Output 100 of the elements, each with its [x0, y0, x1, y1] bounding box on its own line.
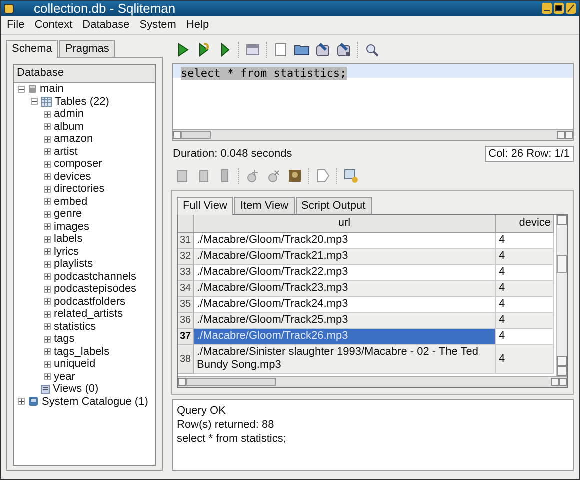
vertical-scrollbar[interactable]: [556, 215, 567, 376]
table-cell: ./Macabre/Sinister slaughter 1993/Macabre - 02 - The Ted Bundy Song.mp3: [194, 345, 496, 374]
tree-item[interactable]: artist: [54, 146, 78, 158]
tree-item[interactable]: admin: [54, 108, 84, 120]
window-controls-icon[interactable]: [542, 3, 576, 14]
row-number[interactable]: 37: [178, 329, 194, 345]
window-icon[interactable]: [245, 42, 261, 58]
expand-toggle[interactable]: [18, 86, 25, 93]
column-header[interactable]: device: [496, 215, 554, 233]
tab[interactable]: Item View: [234, 197, 295, 214]
row-number[interactable]: 38: [178, 345, 194, 374]
search-icon[interactable]: [364, 42, 380, 58]
tree-item[interactable]: album: [54, 120, 84, 133]
cursor-position: Col: 26 Row: 1/1: [484, 146, 574, 162]
menu-item[interactable]: Database: [82, 19, 130, 31]
tab[interactable]: Schema: [6, 40, 58, 58]
expand-toggle[interactable]: [18, 398, 25, 406]
tree-item[interactable]: main: [40, 83, 64, 96]
table-cell: 4: [496, 249, 554, 265]
expand-toggle[interactable]: [44, 310, 51, 318]
row-number[interactable]: 35: [178, 297, 194, 313]
tree-item[interactable]: composer: [54, 158, 102, 170]
save-as-icon[interactable]: [336, 42, 352, 58]
tree-item[interactable]: podcastepisodes: [54, 283, 137, 296]
table-cell: ./Macabre/Gloom/Track25.mp3: [194, 313, 496, 329]
table-icon: [41, 96, 52, 107]
tab[interactable]: Script Output: [296, 197, 372, 214]
sql-editor[interactable]: select * from statistics;: [172, 63, 574, 141]
row-number[interactable]: 36: [178, 313, 194, 329]
table-cell: 4: [496, 345, 554, 374]
expand-toggle[interactable]: [44, 123, 51, 130]
expand-toggle[interactable]: [44, 210, 51, 218]
expand-toggle[interactable]: [44, 110, 51, 118]
tab[interactable]: Full View: [177, 197, 234, 215]
expand-toggle[interactable]: [44, 273, 51, 280]
column-header: Database: [14, 65, 155, 83]
expand-toggle[interactable]: [44, 286, 51, 293]
rollback-icon[interactable]: [266, 168, 282, 184]
app-icon: [4, 4, 14, 14]
row-number[interactable]: 32: [178, 249, 194, 265]
expand-toggle[interactable]: [44, 198, 51, 206]
tree-item[interactable]: year: [54, 370, 76, 383]
tree-item[interactable]: embed: [54, 196, 88, 208]
image-icon[interactable]: [287, 168, 303, 184]
tree-item[interactable]: genre: [54, 208, 82, 220]
tree-item[interactable]: podcastchannels: [54, 270, 137, 283]
column-header[interactable]: url: [194, 215, 496, 233]
tree-item[interactable]: statistics: [54, 320, 96, 333]
tree-item[interactable]: amazon: [54, 133, 94, 146]
tree-item[interactable]: System Catalogue (1): [42, 396, 148, 408]
horizontal-scrollbar[interactable]: [178, 376, 567, 387]
expand-toggle[interactable]: [44, 148, 51, 156]
menu-item[interactable]: File: [7, 19, 25, 31]
tab[interactable]: Pragmas: [59, 40, 116, 57]
tree-item[interactable]: podcastfolders: [54, 296, 126, 308]
table-cell: ./Macabre/Gloom/Track23.mp3: [194, 281, 496, 297]
horizontal-scrollbar[interactable]: [173, 129, 573, 140]
tree-item[interactable]: Views (0): [53, 383, 99, 396]
table-cell: 4: [496, 281, 554, 297]
table-cell: ./Macabre/Gloom/Track26.mp3: [194, 329, 496, 345]
expand-toggle[interactable]: [44, 160, 51, 168]
tree-item[interactable]: related_artists: [54, 308, 124, 320]
menu-item[interactable]: System: [140, 19, 176, 31]
expand-toggle[interactable]: [44, 323, 51, 330]
tree-item[interactable]: tags_labels: [54, 346, 110, 358]
expand-toggle[interactable]: [31, 98, 38, 106]
catalogue-icon: [28, 396, 39, 408]
tree-item[interactable]: devices: [54, 170, 92, 183]
duration-label: Duration: 0.048 seconds: [173, 148, 292, 160]
output-line: Row(s) returned: 88: [177, 418, 276, 432]
expand-toggle[interactable]: [44, 173, 51, 180]
tree-item[interactable]: tags: [54, 333, 75, 346]
menu-item[interactable]: Help: [186, 19, 210, 31]
tree-item[interactable]: Tables (22): [55, 96, 110, 108]
window-title: collection.db - Sqliteman: [33, 1, 177, 16]
tree-item[interactable]: playlists: [54, 258, 94, 270]
tree-item[interactable]: labels: [54, 233, 83, 246]
expand-toggle[interactable]: [44, 136, 51, 143]
tree-item[interactable]: lyrics: [54, 246, 80, 258]
tree-item[interactable]: images: [54, 220, 90, 233]
expand-toggle[interactable]: [44, 348, 51, 356]
expand-toggle[interactable]: [44, 186, 51, 193]
expand-toggle[interactable]: [44, 223, 51, 230]
menu-item[interactable]: Context: [34, 19, 73, 31]
expand-toggle[interactable]: [44, 248, 51, 256]
expand-toggle[interactable]: [44, 298, 51, 306]
tree-item[interactable]: uniqueid: [54, 358, 96, 370]
output-line: Query OK: [177, 404, 227, 418]
new-file-icon[interactable]: [273, 42, 289, 58]
save-icon[interactable]: [315, 42, 331, 58]
expand-toggle[interactable]: [44, 260, 51, 268]
expand-toggle[interactable]: [44, 336, 51, 343]
expand-toggle[interactable]: [44, 236, 51, 243]
row-number[interactable]: 33: [178, 265, 194, 281]
expand-toggle[interactable]: [44, 360, 51, 368]
row-number[interactable]: 34: [178, 281, 194, 297]
view-icon: [41, 384, 50, 394]
tree-item[interactable]: directories: [54, 183, 105, 196]
row-number[interactable]: 31: [178, 233, 194, 249]
expand-toggle[interactable]: [44, 373, 51, 380]
